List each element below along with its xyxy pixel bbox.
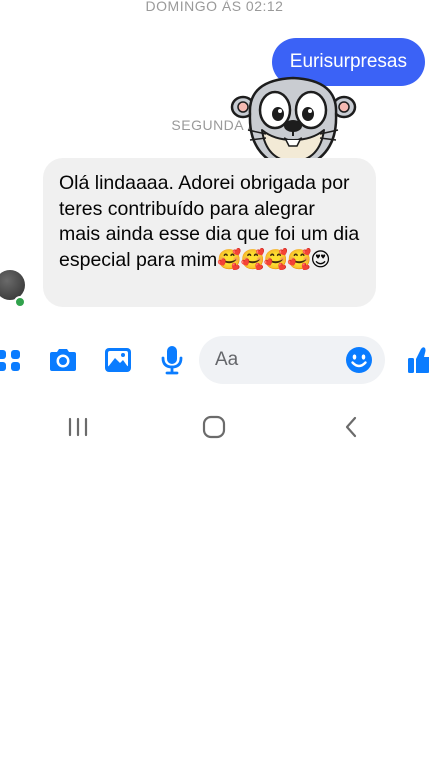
message-input[interactable] <box>215 346 345 374</box>
recent-apps-icon[interactable] <box>48 404 108 450</box>
message-input-container[interactable] <box>199 336 385 384</box>
gallery-icon[interactable] <box>101 334 135 386</box>
camera-icon[interactable] <box>46 334 80 386</box>
emoji-icon[interactable] <box>345 346 373 374</box>
like-icon[interactable] <box>405 334 429 386</box>
online-status-dot <box>14 296 26 308</box>
message-composer <box>0 334 429 386</box>
timestamp-divider: DOMINGO ÀS 02:12 <box>145 0 284 14</box>
message-emojis: 🥰🥰🥰🥰😍 <box>217 248 330 271</box>
home-icon[interactable] <box>184 404 244 450</box>
incoming-message-bubble[interactable]: Olá lindaaaa. Adorei obrigada por teres … <box>43 158 376 307</box>
apps-icon[interactable] <box>0 334 24 386</box>
microphone-icon[interactable] <box>156 334 188 386</box>
timestamp-divider: SEGUNDA À <box>171 117 258 133</box>
system-navigation-bar <box>0 404 429 450</box>
back-icon[interactable] <box>321 404 381 450</box>
